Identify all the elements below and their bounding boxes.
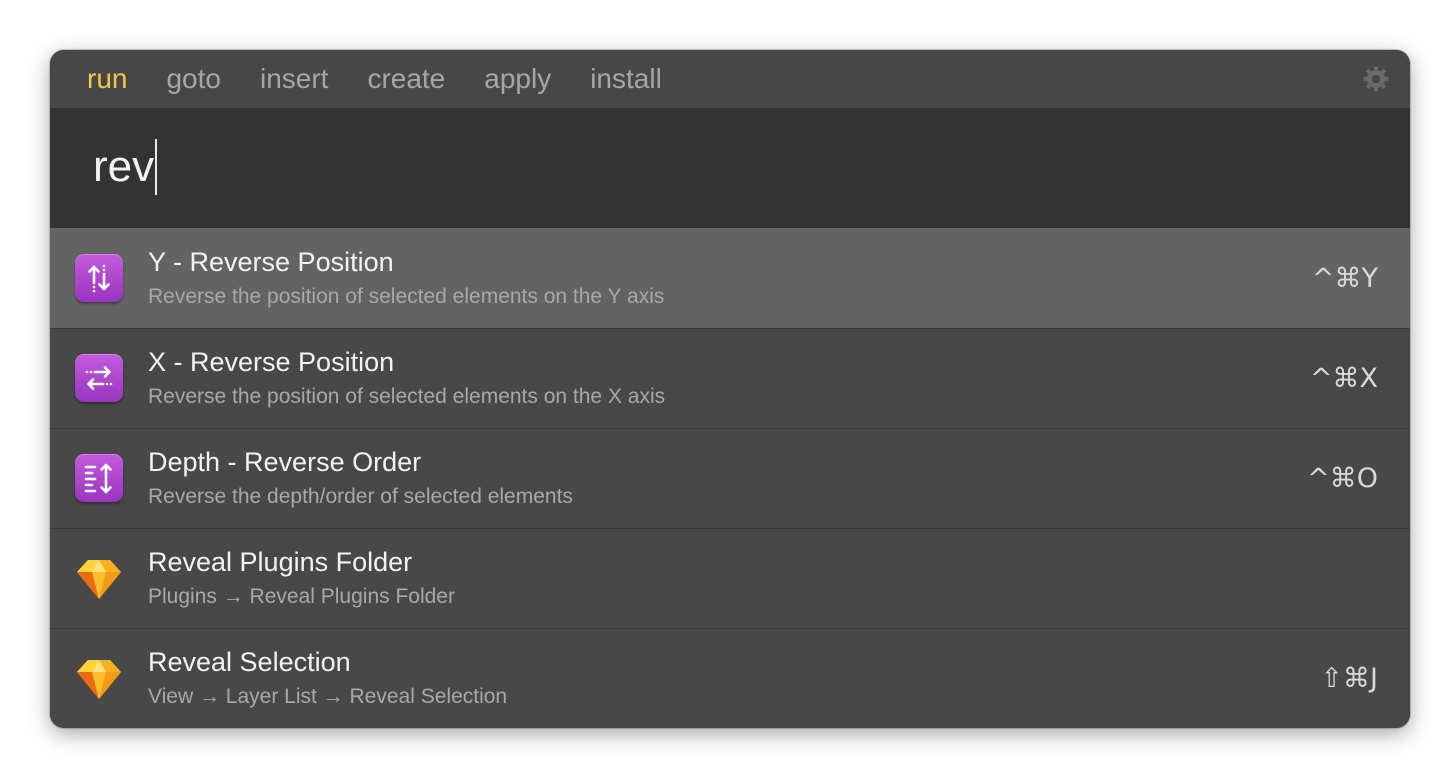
keyboard-shortcut: ^⌘O	[1307, 463, 1378, 494]
keyboard-shortcut: ^⌘X	[1309, 363, 1378, 394]
gear-icon[interactable]	[1362, 65, 1390, 93]
result-title: Depth - Reverse Order	[148, 447, 422, 477]
result-title: Reveal Plugins Folder	[148, 547, 413, 577]
result-title: Reveal Selection	[148, 647, 351, 677]
result-row-depth-reverse-order[interactable]: Depth - Reverse Order Reverse the depth/…	[50, 428, 1410, 528]
sketch-diamond-icon	[75, 554, 123, 602]
reverse-order-icon	[75, 454, 123, 502]
results-list: Y - Reverse Position Reverse the positio…	[50, 228, 1410, 728]
keyboard-shortcut: ⇧⌘J	[1320, 663, 1378, 694]
tab-run[interactable]: run	[87, 50, 127, 108]
search-bar: rev	[50, 108, 1410, 228]
result-subtitle: Plugins → Reveal Plugins Folder	[148, 585, 455, 608]
tab-install[interactable]: install	[590, 50, 662, 108]
result-subtitle: Reverse the position of selected element…	[148, 385, 666, 408]
tab-create[interactable]: create	[367, 50, 445, 108]
reverse-y-icon	[75, 254, 123, 302]
reverse-x-icon	[75, 354, 123, 402]
command-palette: run goto insert create apply install rev…	[50, 50, 1410, 728]
tab-insert[interactable]: insert	[260, 50, 328, 108]
result-row-x-reverse-position[interactable]: X - Reverse Position Reverse the positio…	[50, 328, 1410, 428]
sketch-diamond-icon	[75, 654, 123, 702]
result-row-y-reverse-position[interactable]: Y - Reverse Position Reverse the positio…	[50, 228, 1410, 328]
result-row-reveal-selection[interactable]: Reveal Selection View → Layer List → Rev…	[50, 628, 1410, 728]
search-query: rev	[93, 142, 155, 191]
result-row-reveal-plugins-folder[interactable]: Reveal Plugins Folder Plugins → Reveal P…	[50, 528, 1410, 628]
keyboard-shortcut: ^⌘Y	[1311, 263, 1378, 294]
tab-apply[interactable]: apply	[484, 50, 551, 108]
result-title: Y - Reverse Position	[148, 247, 394, 277]
search-input[interactable]: rev	[93, 137, 158, 197]
result-title: X - Reverse Position	[148, 347, 395, 377]
text-caret	[155, 139, 158, 195]
tab-goto[interactable]: goto	[166, 50, 221, 108]
mode-tab-bar: run goto insert create apply install	[50, 50, 1410, 108]
result-subtitle: View → Layer List → Reveal Selection	[148, 685, 508, 708]
result-subtitle: Reverse the position of selected element…	[148, 285, 665, 308]
result-subtitle: Reverse the depth/order of selected elem…	[148, 485, 573, 508]
